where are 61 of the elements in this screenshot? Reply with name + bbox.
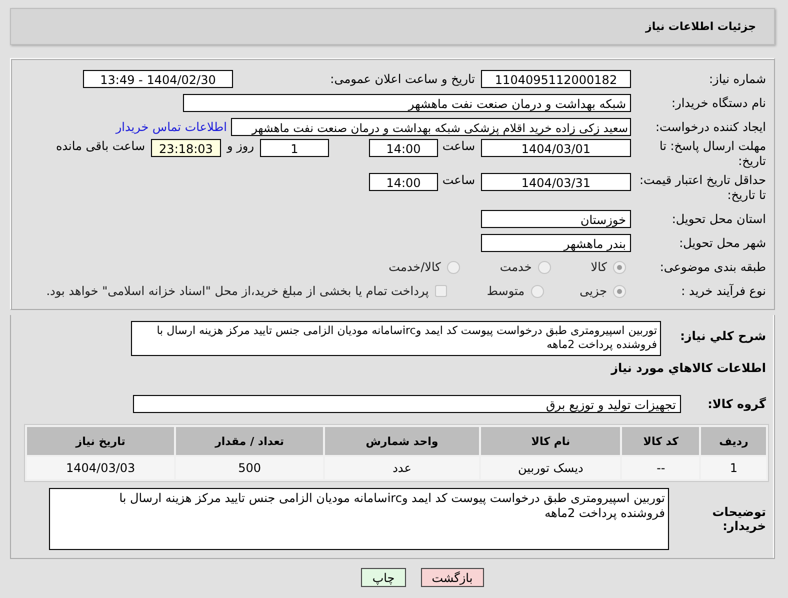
field-label: طبقه بندی موضوعی: (658, 260, 767, 274)
field-label: مهلت ارسال پاسخ: تا تاریخ: (658, 139, 767, 169)
field-label: شماره نیاز: (708, 72, 767, 86)
option-label: خدمت (500, 260, 532, 274)
field-label: شرح کلي نياز: (679, 328, 767, 343)
table-cell: 500 (176, 457, 323, 479)
column-header: ردیف (701, 427, 766, 455)
option-label: متوسط (486, 284, 525, 298)
section-title: اطلاعات کالاهاي مورد نياز (611, 361, 767, 375)
column-header: تاریخ نیاز (27, 427, 174, 455)
option-label: جزیی (580, 284, 607, 298)
checkbox-label: پرداخت تمام یا بخشی از مبلغ خرید،از محل "اسناد خزانه اسلامی" خواهد بود. (46, 284, 429, 298)
goods-group-field: تجهیزات تولید و توزیع برق (133, 395, 681, 413)
checkbox[interactable] (434, 285, 447, 297)
field-label: ساعت باقی مانده (54, 139, 146, 153)
table-cell: -- (622, 457, 700, 479)
creator-field: سعید زکی زاده خرید اقلام پزشکی شبکه بهداشت و درمان صنعت نفت ماهشهر (231, 118, 631, 136)
city-field: بندر ماهشهر (481, 234, 631, 252)
table-cell: 1404/03/03 (27, 457, 174, 479)
print-button[interactable]: چاپ (361, 568, 406, 587)
field-label: تاریخ و ساعت اعلان عمومی: (329, 72, 476, 86)
remaining-time-field: 23:18:03 (151, 139, 221, 157)
radio-button[interactable] (538, 260, 551, 274)
field-label: نام دستگاه خریدار: (670, 96, 767, 110)
province-field: خوزستان (481, 210, 631, 228)
table-cell: دیسک توربین (481, 457, 620, 479)
need-number-field: 1104095112000182 (481, 70, 631, 88)
radio-button[interactable] (446, 260, 460, 274)
table-cell: 1 (701, 457, 766, 479)
contact-link[interactable]: اطلاعات تماس خریدار (116, 120, 231, 134)
description-field: توربین اسپیرومتری طبق درخواست پیوست کد ایمد وircسامانه مودیان الزامی جنس تایید مرکز هزینه ارسال با فروشنده پرداخت 2ماهه (131, 321, 661, 356)
column-header: کد کالا (622, 427, 700, 455)
back-button[interactable]: بازگشت (420, 568, 484, 587)
radio-button[interactable] (613, 284, 626, 298)
option-label: کالا (590, 260, 607, 274)
days-field: 1 (260, 139, 329, 157)
field-label: استان محل تحویل: (670, 212, 767, 226)
field-label: شهر محل تحویل: (678, 236, 767, 250)
field-label: توضیحات خریدار: (711, 505, 767, 533)
announce-date-field: 1404/02/30 - 13:49 (83, 70, 233, 88)
date-field: 1404/03/01 (481, 139, 631, 157)
page-title: جزئیات اطلاعات نیاز (646, 20, 756, 33)
radio-button[interactable] (530, 284, 544, 298)
column-header: واحد شمارش (324, 427, 480, 455)
date-field: 1404/03/31 (481, 173, 631, 191)
time-field: 14:00 (369, 173, 438, 191)
column-header: نام کالا (481, 427, 620, 455)
field-label: ایجاد کننده درخواست: (654, 120, 767, 134)
option-label: کالا/خدمت (388, 260, 441, 274)
field-label: گروه کالا: (706, 397, 767, 411)
time-field: 14:00 (369, 139, 438, 157)
field-label: روز و (226, 139, 255, 153)
buyer-notes-field: توربین اسپیرومتری طبق درخواست پیوست کد ایمد وircسامانه مودیان الزامی جنس تایید مرکز هزینه ارسال با فروشنده پرداخت 2ماهه (49, 488, 669, 550)
column-header: تعداد / مقدار (176, 427, 323, 455)
buyer-org-field: شبکه بهداشت و درمان صنعت نفت ماهشهر (183, 94, 631, 112)
field-label: حداقل تاریخ اعتبار قیمت: تا تاریخ: (638, 173, 767, 203)
field-label: نوع فرآیند خرید : (680, 284, 767, 298)
field-label: ساعت (441, 173, 476, 187)
field-label: ساعت (441, 139, 476, 153)
table-cell: عدد (324, 457, 480, 479)
radio-button[interactable] (613, 260, 626, 274)
